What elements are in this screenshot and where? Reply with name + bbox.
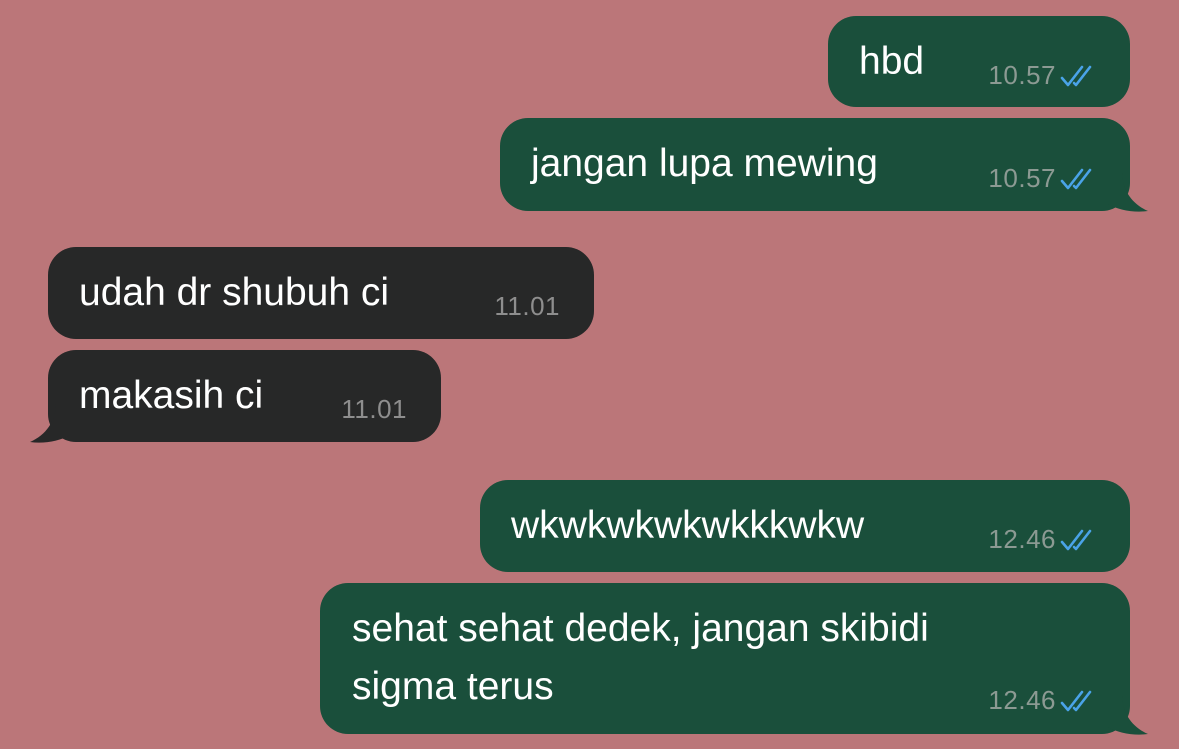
message-time: 10.57: [988, 60, 1056, 90]
message-meta: 11.01: [494, 291, 560, 322]
chat-area: hbd 10.57 jangan lupa mewing 10.57 udah …: [0, 0, 1179, 749]
message-text: jangan lupa mewing: [531, 142, 878, 185]
message-text: hbd: [859, 40, 925, 83]
message-time: 10.57: [988, 163, 1056, 193]
read-check-icon: [1060, 65, 1092, 86]
message-time: 12.46: [988, 524, 1056, 554]
message-time: 12.46: [988, 685, 1056, 715]
bubble-tail-incoming: [30, 403, 70, 443]
bubble-tail-outgoing: [1108, 695, 1148, 735]
message-meta: 10.57: [988, 60, 1100, 91]
message-meta: 11.01: [341, 394, 407, 425]
message-text: wkwkwkwkwkkkwkw: [511, 504, 865, 547]
message-meta: 12.46: [988, 685, 1100, 716]
message-time: 11.01: [494, 291, 560, 321]
message-text: makasih ci: [79, 374, 264, 417]
message-bubble-outgoing[interactable]: jangan lupa mewing 10.57: [500, 118, 1130, 211]
read-check-icon: [1060, 529, 1092, 550]
bubble-tail-outgoing: [1108, 172, 1148, 212]
message-meta: 10.57: [988, 163, 1100, 194]
message-meta: 12.46: [988, 524, 1100, 555]
message-text: udah dr shubuh ci: [79, 271, 390, 314]
message-bubble-incoming[interactable]: udah dr shubuh ci 11.01: [48, 247, 594, 339]
read-check-icon: [1060, 690, 1092, 711]
message-bubble-outgoing[interactable]: wkwkwkwkwkkkwkw 12.46: [480, 480, 1130, 572]
message-bubble-outgoing[interactable]: sehat sehat dedek, jangan skibidi sigma …: [320, 583, 1130, 734]
message-bubble-outgoing[interactable]: hbd 10.57: [828, 16, 1130, 107]
message-bubble-incoming[interactable]: makasih ci 11.01: [48, 350, 441, 442]
read-check-icon: [1060, 168, 1092, 189]
message-text: sehat sehat dedek, jangan skibidi sigma …: [352, 607, 929, 708]
message-time: 11.01: [341, 394, 407, 424]
